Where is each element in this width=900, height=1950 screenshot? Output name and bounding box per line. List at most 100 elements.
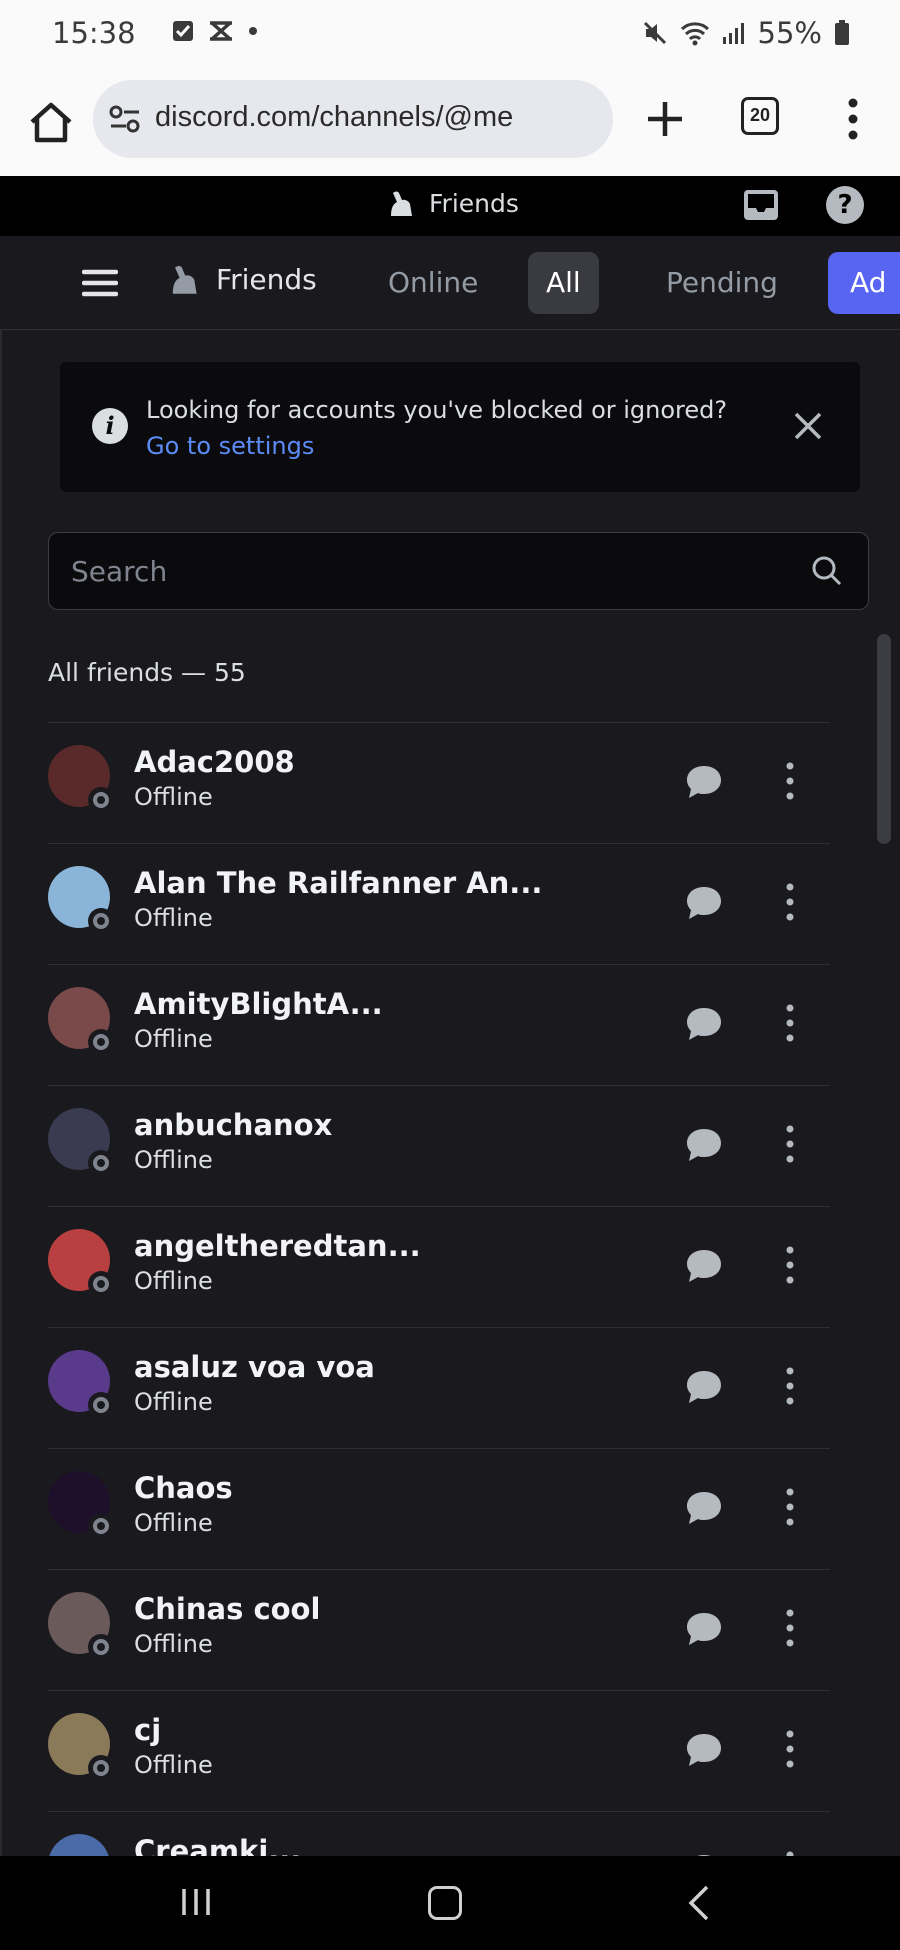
friend-status: Offline (134, 1751, 213, 1779)
friend-name: Adac2008 (134, 745, 295, 779)
friend-row[interactable]: angeltheredtan... Offline (48, 1206, 830, 1327)
friend-row[interactable]: Creamki...Offline (48, 1811, 830, 1856)
message-icon[interactable] (684, 1610, 724, 1648)
tab-switcher-button[interactable]: 20 (741, 97, 779, 135)
system-nav-bar (0, 1856, 900, 1950)
home-nav-icon[interactable] (428, 1886, 462, 1920)
more-options-icon[interactable] (780, 1243, 800, 1287)
go-to-settings-link[interactable]: Go to settings (146, 432, 314, 460)
friend-row[interactable]: asaluz voa voa Offline (48, 1327, 830, 1448)
friend-name: Chaos (134, 1471, 233, 1505)
search-input[interactable] (71, 547, 771, 595)
status-time: 15:38 (52, 16, 136, 50)
more-options-icon[interactable] (780, 1606, 800, 1650)
more-options-icon[interactable] (780, 1001, 800, 1045)
browser-toolbar: discord.com/channels/@me 20 (0, 72, 900, 176)
search-box (48, 532, 869, 610)
inbox-icon[interactable] (742, 186, 780, 224)
friend-name: Chinas cool (134, 1592, 321, 1626)
friend-row[interactable]: cj Offline (48, 1690, 830, 1811)
offline-status-icon (88, 1029, 114, 1055)
friend-status: Offline (134, 1146, 213, 1174)
offline-status-icon (88, 908, 114, 934)
friends-wave-icon (391, 191, 412, 216)
message-icon[interactable] (684, 1126, 724, 1164)
message-icon[interactable] (684, 1731, 724, 1769)
friends-wave-icon (172, 265, 197, 294)
message-icon[interactable] (684, 884, 724, 922)
friend-row[interactable]: Chaos Offline (48, 1448, 830, 1569)
blocked-notice: i Looking for accounts you've blocked or… (60, 362, 860, 492)
message-icon[interactable] (684, 763, 724, 801)
add-friend-button[interactable]: Ad (828, 252, 900, 314)
home-icon[interactable] (24, 96, 78, 150)
friends-list: Adac2008 Offline Alan The Railfanner An...… (48, 722, 830, 1856)
battery-percent: 55% (757, 16, 822, 50)
message-icon[interactable] (684, 1489, 724, 1527)
capcut-notification-icon (210, 21, 232, 41)
message-icon[interactable] (684, 1247, 724, 1285)
more-options-icon[interactable] (780, 1485, 800, 1529)
tab-all[interactable]: All (528, 252, 599, 314)
message-icon[interactable] (684, 1368, 724, 1406)
friend-status: Offline (134, 783, 213, 811)
notice-text: Looking for accounts you've blocked or i… (146, 396, 728, 460)
more-options-icon[interactable] (780, 1364, 800, 1408)
more-options-icon[interactable] (780, 1727, 800, 1771)
friend-row[interactable]: Adac2008 Offline (48, 722, 830, 843)
friend-row[interactable]: anbuchanox Offline (48, 1085, 830, 1206)
friend-row[interactable]: Chinas cool Offline (48, 1569, 830, 1690)
more-options-icon[interactable] (780, 759, 800, 803)
scrollbar[interactable] (877, 634, 891, 844)
friend-name: asaluz voa voa (134, 1350, 375, 1384)
offline-status-icon (88, 1392, 114, 1418)
header-title: Friends (429, 188, 519, 218)
offline-status-icon (88, 1634, 114, 1660)
discord-header: Friends ? (0, 176, 900, 236)
friend-name: AmityBlightA... (134, 987, 383, 1021)
friend-name: anbuchanox (134, 1108, 333, 1142)
recents-icon[interactable] (180, 1886, 212, 1918)
close-icon[interactable] (788, 406, 828, 446)
friend-status: Offline (134, 904, 213, 932)
offline-status-icon (88, 1271, 114, 1297)
avatar[interactable] (48, 1834, 110, 1856)
more-vert-icon[interactable] (838, 94, 868, 144)
friend-name: Alan The Railfanner An... (134, 866, 543, 900)
wifi-icon (680, 22, 709, 46)
more-options-icon[interactable] (780, 1848, 800, 1856)
tab-online[interactable]: Online (370, 252, 496, 314)
notification-icons (172, 20, 258, 42)
friend-name: angeltheredtan... (134, 1229, 421, 1263)
offline-status-icon (88, 1513, 114, 1539)
friend-status: Offline (134, 1630, 213, 1658)
friend-status: Offline (134, 1509, 213, 1537)
help-icon[interactable]: ? (826, 186, 864, 224)
message-icon[interactable] (684, 1005, 724, 1043)
more-options-icon[interactable] (780, 1122, 800, 1166)
site-settings-icon[interactable] (109, 104, 141, 134)
divider (0, 330, 2, 1856)
dot-icon (249, 27, 257, 35)
more-options-icon[interactable] (780, 880, 800, 924)
signal-icon (722, 23, 744, 44)
friend-status: Offline (134, 1267, 213, 1295)
friend-row[interactable]: AmityBlightA... Offline (48, 964, 830, 1085)
search-icon[interactable] (811, 555, 843, 587)
offline-status-icon (88, 787, 114, 813)
status-bar: 15:38 55% (0, 0, 900, 72)
friend-status: Offline (134, 1388, 213, 1416)
tab-pending[interactable]: Pending (648, 252, 796, 314)
mute-icon (643, 21, 666, 45)
offline-status-icon (88, 1755, 114, 1781)
battery-icon (835, 20, 849, 45)
friends-count: All friends — 55 (48, 658, 246, 687)
address-bar[interactable]: discord.com/channels/@me (93, 80, 613, 158)
friend-status: Offline (134, 1025, 213, 1053)
friend-row[interactable]: Alan The Railfanner An... Offline (48, 843, 830, 964)
back-icon[interactable] (686, 1884, 712, 1922)
friend-name: cj (134, 1713, 162, 1747)
new-tab-icon[interactable] (640, 94, 690, 144)
hamburger-menu-icon[interactable] (82, 268, 118, 298)
url-text: discord.com/channels/@me (155, 101, 514, 133)
